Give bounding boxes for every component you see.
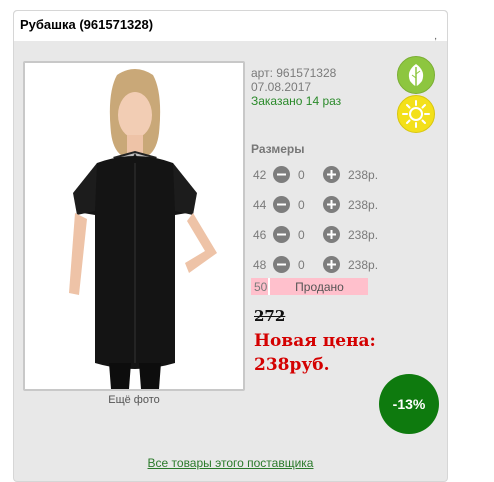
increase-quantity-button[interactable] xyxy=(323,256,340,273)
model-in-black-shirt-image xyxy=(25,63,243,389)
product-card: Рубашка (961571328) , Ещё фото арт: 9615… xyxy=(13,10,448,482)
size-price: 238р. xyxy=(348,228,379,242)
decrease-quantity-button[interactable] xyxy=(273,196,290,213)
ordered-count: Заказано 14 раз xyxy=(251,94,342,108)
plus-icon xyxy=(327,260,336,269)
sun-icon xyxy=(402,100,430,128)
quantity-value: 0 xyxy=(298,168,305,182)
more-photos-link[interactable]: Ещё фото xyxy=(23,394,245,406)
product-info: арт: 961571328 07.08.2017 Заказано 14 ра… xyxy=(251,66,341,108)
decrease-quantity-button[interactable] xyxy=(273,166,290,183)
sold-out-row: 50 Продано xyxy=(251,278,368,295)
new-price-label: Новая цена: xyxy=(254,331,376,351)
plus-icon xyxy=(327,200,336,209)
article-number: арт: 961571328 xyxy=(251,66,337,80)
leaf-icon xyxy=(408,64,424,86)
size-price: 238р. xyxy=(348,198,379,212)
divider xyxy=(268,278,270,295)
new-price-value: 238руб. xyxy=(254,355,330,375)
minus-icon xyxy=(277,263,286,266)
size-price: 238р. xyxy=(348,258,379,272)
increase-quantity-button[interactable] xyxy=(323,226,340,243)
sold-out-size: 50 xyxy=(254,280,268,294)
corner-mark: , xyxy=(434,31,437,42)
product-date: 07.08.2017 xyxy=(251,80,312,94)
minus-icon xyxy=(277,173,286,176)
product-title-bar: Рубашка (961571328) , xyxy=(14,11,447,42)
decrease-quantity-button[interactable] xyxy=(273,256,290,273)
new-price-block: Новая цена: 238руб. xyxy=(254,329,376,377)
discount-badge: -13% xyxy=(379,374,439,434)
size-label: 42 xyxy=(253,168,267,182)
quantity-value: 0 xyxy=(298,228,305,242)
quantity-value: 0 xyxy=(298,198,305,212)
minus-icon xyxy=(277,233,286,236)
minus-icon xyxy=(277,203,286,206)
product-title: Рубашка (961571328) xyxy=(20,17,154,32)
size-label: 44 xyxy=(253,198,267,212)
all-supplier-products-link[interactable]: Все товары этого поставщика xyxy=(14,456,447,470)
plus-icon xyxy=(327,170,336,179)
decrease-quantity-button[interactable] xyxy=(273,226,290,243)
sold-out-label: Продано xyxy=(295,280,344,294)
size-label: 48 xyxy=(253,258,267,272)
plus-icon xyxy=(327,230,336,239)
product-photo[interactable] xyxy=(23,61,245,391)
sizes-heading: Размеры xyxy=(251,142,305,156)
size-label: 46 xyxy=(253,228,267,242)
season-badge xyxy=(397,95,435,133)
eco-badge xyxy=(397,56,435,94)
size-price: 238р. xyxy=(348,168,379,182)
increase-quantity-button[interactable] xyxy=(323,196,340,213)
increase-quantity-button[interactable] xyxy=(323,166,340,183)
quantity-value: 0 xyxy=(298,258,305,272)
old-price: 272 xyxy=(254,307,286,325)
